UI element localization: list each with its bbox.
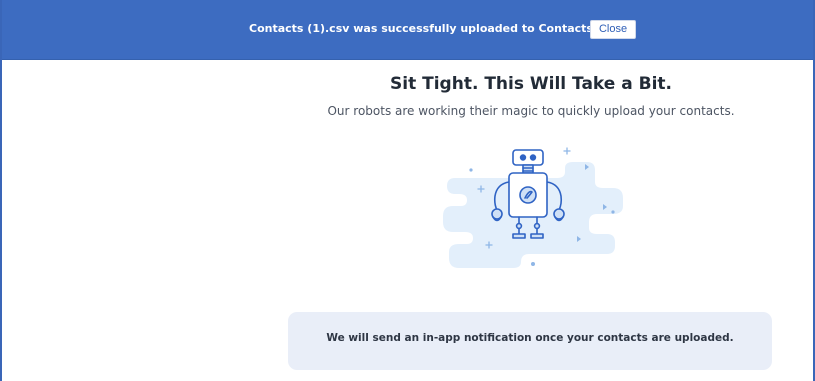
page-subtitle: Our robots are working their magic to qu… bbox=[327, 104, 735, 118]
main-content: Sit Tight. This Will Take a Bit. Our rob… bbox=[2, 60, 813, 381]
close-button[interactable]: Close bbox=[590, 20, 636, 39]
upload-progress-page: Contacts (1).csv was successfully upload… bbox=[0, 0, 815, 381]
robot-icon bbox=[443, 147, 623, 268]
success-banner: Contacts (1).csv was successfully upload… bbox=[2, 0, 813, 60]
notice-message: We will send an in-app notification once… bbox=[326, 332, 734, 344]
notification-notice: We will send an in-app notification once… bbox=[288, 312, 772, 370]
banner-message: Contacts (1).csv was successfully upload… bbox=[249, 22, 598, 35]
page-title: Sit Tight. This Will Take a Bit. bbox=[390, 74, 672, 94]
